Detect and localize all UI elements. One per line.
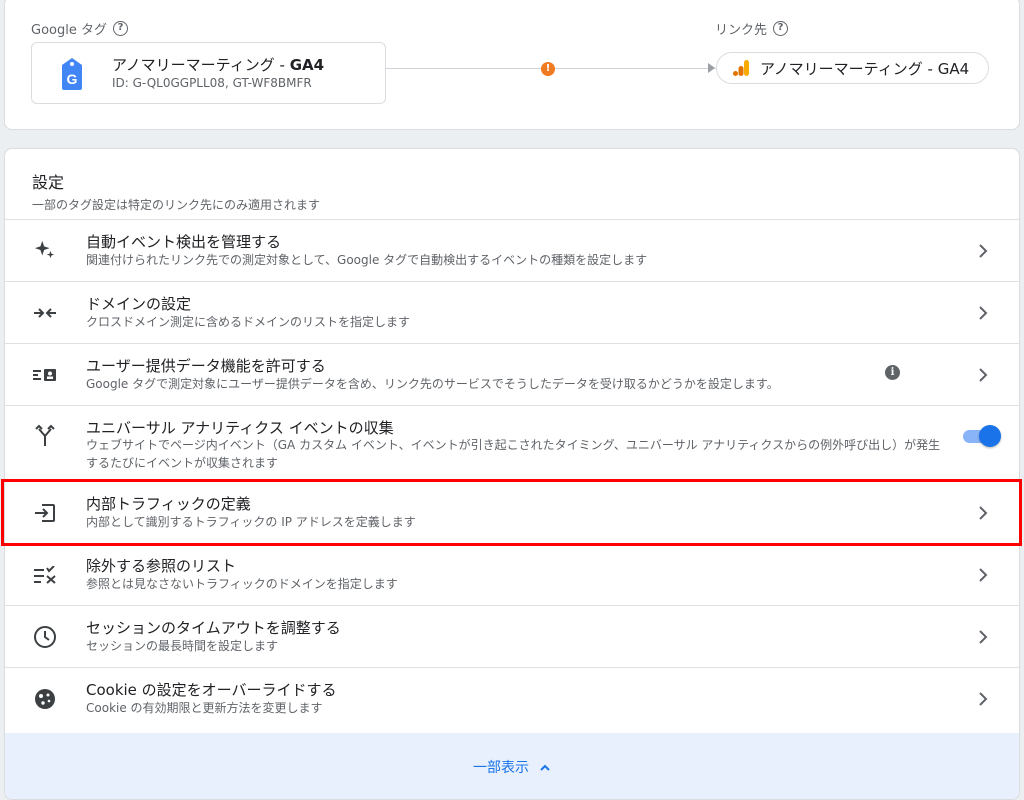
settings-row-session-timeout[interactable]: セッションのタイムアウトを調整する セッションの最長時間を設定します (5, 605, 1019, 667)
sparkle-icon (31, 236, 59, 264)
settings-card: 設定 一部のタグ設定は特定のリンク先にのみ適用されます 自動イベント検出を管理す… (4, 148, 1020, 800)
row-description: 参照とは見なさないトラフィックのドメインを指定します (86, 577, 398, 591)
tag-name: アノマリーマーティング - GA4 (112, 54, 324, 75)
fork-icon (31, 422, 59, 450)
show-less-label: 一部表示 (473, 760, 529, 776)
cookie-icon (31, 685, 59, 713)
list-remove-icon (31, 561, 59, 589)
ua-events-toggle[interactable] (961, 424, 1001, 448)
chevron-right-icon (979, 368, 988, 382)
destination-label-group: リンク先 ? (715, 19, 789, 38)
chevron-right-icon (979, 630, 988, 644)
settings-subtitle: 一部のタグ設定は特定のリンク先にのみ適用されます (32, 198, 321, 212)
settings-row-ua-events: ユニバーサル アナリティクス イベントの収集 ウェブサイトでページ内イベント（G… (5, 405, 1019, 481)
show-less-button[interactable]: 一部表示 (5, 733, 1019, 799)
merge-arrows-icon (31, 299, 59, 327)
destination-pill[interactable]: アノマリーマーティング - GA4 (716, 52, 989, 84)
row-title: ドメインの設定 (86, 295, 192, 313)
info-icon[interactable]: i (885, 365, 900, 380)
google-tag-box[interactable]: G アノマリーマーティング - GA4 ID: G-QL0GGPLL08, GT… (31, 42, 386, 104)
settings-row-cookie[interactable]: Cookie の設定をオーバーライドする Cookie の有効期限と更新方法を変… (5, 667, 1019, 733)
row-title: 除外する参照のリスト (86, 557, 237, 575)
settings-header: 設定 一部のタグ設定は特定のリンク先にのみ適用されます (32, 169, 320, 213)
chevron-right-icon (979, 244, 988, 258)
arrow-head-icon (708, 63, 715, 73)
tag-link-card: Google タグ ? リンク先 ? G アノマリーマーティング - GA4 I… (4, 0, 1020, 130)
settings-row-user-data[interactable]: ユーザー提供データ機能を許可する Google タグで測定対象にユーザー提供デー… (5, 343, 1019, 405)
row-description: 関連付けられたリンク先での測定対象として、Google タグで自動検出するイベン… (86, 253, 648, 267)
analytics-icon (733, 60, 749, 76)
tag-name-suffix: GA4 (289, 56, 325, 74)
highlight-box (1, 479, 1022, 546)
settings-row-referral-exclusion[interactable]: 除外する参照のリスト 参照とは見なさないトラフィックのドメインを指定します (5, 543, 1019, 605)
google-tag-label-group: Google タグ ? (31, 19, 128, 38)
chevron-right-icon (979, 568, 988, 582)
settings-row-auto-events[interactable]: 自動イベント検出を管理する 関連付けられたリンク先での測定対象として、Googl… (5, 219, 1019, 281)
row-description: ウェブサイトでページ内イベント（GA カスタム イベント、イベントが引き起こされ… (86, 438, 941, 470)
help-icon[interactable]: ? (112, 21, 128, 36)
svg-text:G: G (67, 71, 78, 87)
chevron-right-icon (979, 306, 988, 320)
clock-icon (31, 623, 59, 651)
google-tag-icon: G (62, 58, 82, 90)
row-title: ユニバーサル アナリティクス イベントの収集 (86, 419, 394, 437)
chevron-right-icon (979, 692, 988, 706)
row-title: セッションのタイムアウトを調整する (86, 619, 341, 637)
row-title: 自動イベント検出を管理する (86, 233, 282, 251)
settings-row-domains[interactable]: ドメインの設定 クロスドメイン測定に含めるドメインのリストを指定します (5, 281, 1019, 343)
tag-name-text: アノマリーマーティング - (112, 56, 290, 74)
google-tag-label: Google タグ (31, 23, 107, 38)
help-icon[interactable]: ? (773, 21, 789, 36)
row-description: Cookie の有効期限と更新方法を変更します (86, 701, 323, 715)
row-title: Cookie の設定をオーバーライドする (86, 681, 337, 699)
chevron-up-icon (540, 764, 550, 771)
row-description: クロスドメイン測定に含めるドメインのリストを指定します (86, 315, 411, 329)
destination-name: アノマリーマーティング - GA4 (760, 59, 970, 78)
user-data-icon (31, 361, 59, 389)
toggle-knob (979, 425, 1001, 447)
row-title: ユーザー提供データ機能を許可する (86, 357, 326, 375)
settings-title: 設定 (32, 173, 65, 192)
row-description: Google タグで測定対象にユーザー提供データを含め、リンク先のサービスでそう… (86, 377, 779, 391)
tag-id: ID: G-QL0GGPLL08, GT-WF8BMFR (112, 76, 312, 90)
warning-icon[interactable]: ! (541, 62, 555, 76)
destination-label: リンク先 (715, 23, 768, 38)
row-description: セッションの最長時間を設定します (86, 639, 279, 653)
